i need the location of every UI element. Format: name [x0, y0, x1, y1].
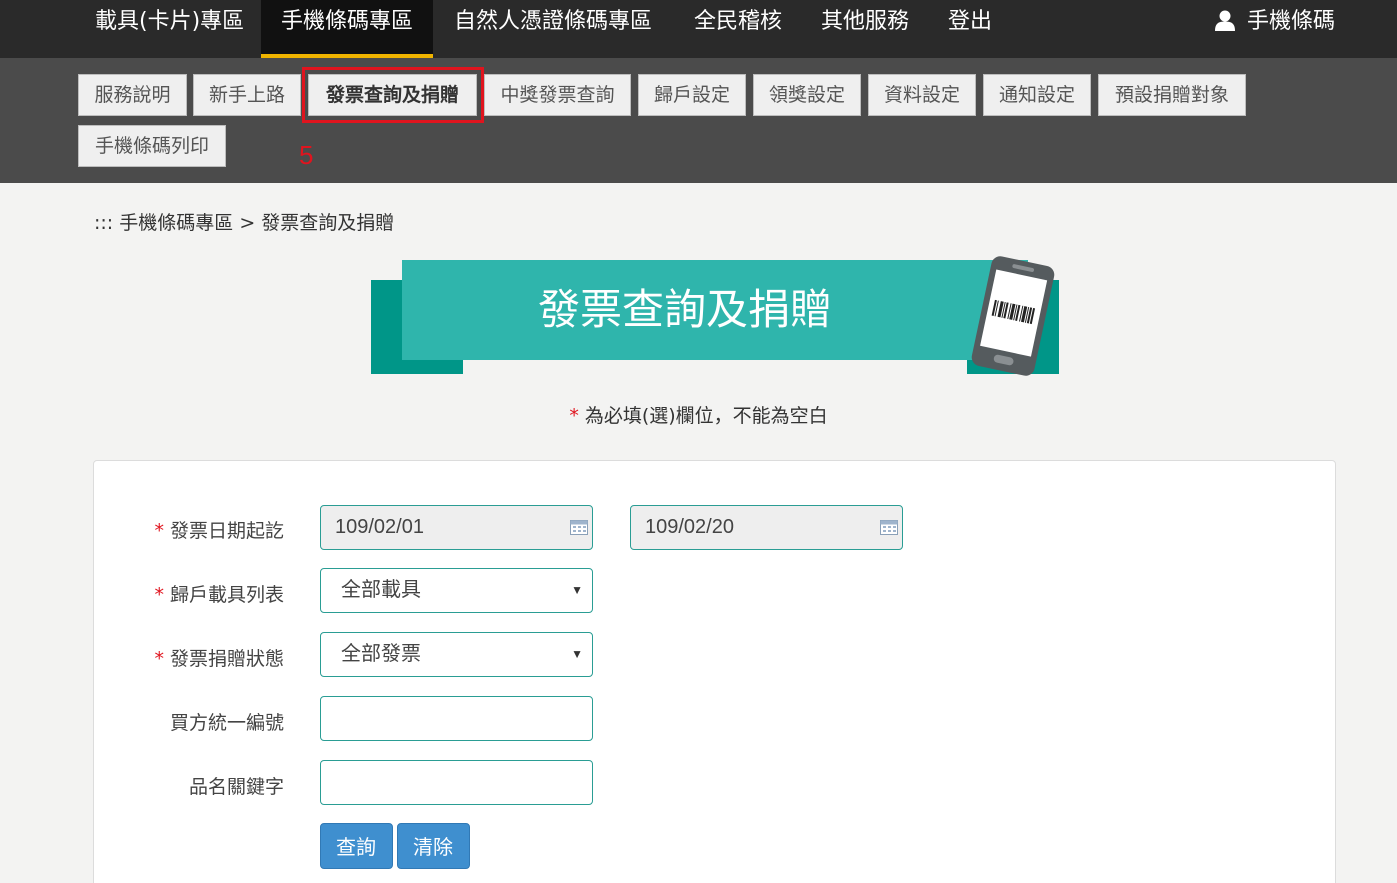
end-date-input[interactable]: 109/02/20: [630, 505, 903, 550]
breadcrumb-current: 發票查詢及捐贈: [261, 212, 395, 234]
query-button[interactable]: 查詢: [320, 823, 393, 869]
start-date-value: 109/02/01: [335, 516, 424, 538]
carrier-list-label: * 歸戶載具列表: [84, 580, 284, 607]
page-banner: 發票查詢及捐贈: [371, 256, 1059, 376]
calendar-icon[interactable]: [880, 519, 898, 535]
tab-service-description[interactable]: 服務說明: [78, 74, 187, 116]
donation-status-select[interactable]: 全部發票 ▼: [320, 632, 593, 677]
carrier-list-label-text: 歸戶載具列表: [169, 584, 284, 606]
donation-status-label-text: 發票捐贈狀態: [169, 648, 284, 670]
start-date-input[interactable]: 109/02/01: [320, 505, 593, 550]
breadcrumb-prefix: :::: [94, 212, 114, 234]
carrier-list-select[interactable]: 全部載具 ▼: [320, 568, 593, 613]
item-keyword-label: 品名關鍵字: [188, 776, 284, 798]
required-asterisk: *: [154, 648, 164, 670]
sub-navigation-bar: 服務說明 新手上路 發票查詢及捐贈 中獎發票查詢 歸戶設定 領獎設定 資料設定 …: [0, 58, 1397, 183]
carrier-list-selected-value: 全部載具: [341, 579, 421, 601]
step-number-annotation: 5: [299, 140, 314, 170]
donation-status-label: * 發票捐贈狀態: [84, 644, 284, 671]
nav-logout[interactable]: 登出: [948, 0, 992, 58]
nav-public-audit[interactable]: 全民稽核: [694, 0, 782, 58]
top-navigation-bar: 載具(卡片)專區 手機條碼專區 自然人憑證條碼專區 全民稽核 其他服務 登出 手…: [0, 0, 1397, 58]
nav-citizen-certificate-zone[interactable]: 自然人憑證條碼專區: [454, 0, 652, 58]
tab-notification-settings[interactable]: 通知設定: [983, 74, 1091, 116]
breadcrumb-parent-link[interactable]: 手機條碼專區: [119, 212, 233, 234]
user-label: 手機條碼: [1246, 9, 1335, 34]
tab-winning-invoice-query[interactable]: 中獎發票查詢: [484, 74, 631, 116]
page-title: 發票查詢及捐贈: [402, 260, 1028, 360]
tab-default-donation-target[interactable]: 預設捐贈對象: [1098, 74, 1246, 116]
chevron-down-icon: ▼: [571, 583, 583, 597]
mobile-barcode-phone-icon: [971, 256, 1055, 376]
nav-mobile-barcode-zone[interactable]: 手機條碼專區: [261, 0, 434, 58]
date-range-label-text: 發票日期起訖: [169, 520, 284, 542]
breadcrumb: ::: 手機條碼專區 > 發票查詢及捐贈: [94, 208, 394, 235]
tab-carrier-binding-settings[interactable]: 歸戶設定: [638, 74, 746, 116]
tab-invoice-query-donation[interactable]: 發票查詢及捐贈: [308, 74, 477, 116]
end-date-value: 109/02/20: [645, 516, 734, 538]
calendar-icon[interactable]: [570, 519, 588, 535]
breadcrumb-separator: >: [239, 212, 256, 234]
chevron-down-icon: ▼: [571, 647, 583, 661]
nav-other-services[interactable]: 其他服務: [821, 0, 909, 58]
clear-button[interactable]: 清除: [397, 823, 470, 869]
required-asterisk: *: [569, 405, 579, 427]
tab-profile-settings[interactable]: 資料設定: [868, 74, 976, 116]
nav-carrier-card-zone[interactable]: 載具(卡片)專區: [95, 0, 244, 58]
tab-mobile-barcode-print[interactable]: 手機條碼列印: [78, 125, 226, 167]
buyer-id-input[interactable]: [320, 696, 593, 741]
user-account-menu[interactable]: 手機條碼: [1214, 0, 1335, 44]
tab-getting-started[interactable]: 新手上路: [193, 74, 301, 116]
query-form-panel: * 發票日期起訖 109/02/01 109/02/20 * 歸戶載具列表 全部…: [93, 460, 1336, 883]
required-note-text: 為必填(選)欄位，不能為空白: [584, 405, 828, 427]
user-icon: [1214, 9, 1247, 34]
tab-prize-claim-settings[interactable]: 領獎設定: [753, 74, 861, 116]
donation-status-selected-value: 全部發票: [341, 643, 421, 665]
buyer-id-label: 買方統一編號: [169, 712, 284, 734]
required-asterisk: *: [154, 520, 164, 542]
required-fields-note: * 為必填(選)欄位，不能為空白: [0, 401, 1397, 428]
item-keyword-input[interactable]: [320, 760, 593, 805]
date-range-label: * 發票日期起訖: [84, 516, 284, 543]
required-asterisk: *: [154, 584, 164, 606]
